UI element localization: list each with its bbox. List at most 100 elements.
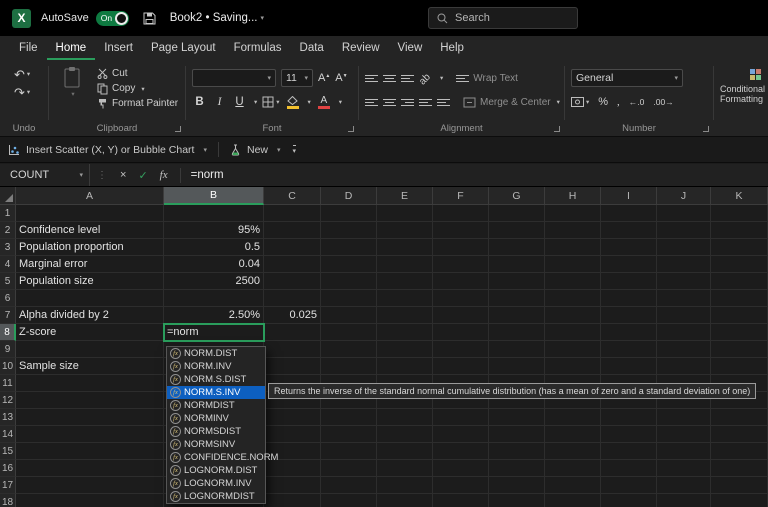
formula-input[interactable]: =norm bbox=[191, 169, 224, 181]
cell-H4[interactable] bbox=[545, 256, 601, 273]
cell-H13[interactable] bbox=[545, 409, 601, 426]
cell-H16[interactable] bbox=[545, 460, 601, 477]
cell-A14[interactable] bbox=[16, 426, 164, 443]
row-header-6[interactable]: 6 bbox=[0, 290, 16, 307]
name-box[interactable]: COUNT ▾ bbox=[0, 164, 90, 186]
cell-D15[interactable] bbox=[321, 443, 377, 460]
cell-E7[interactable] bbox=[377, 307, 433, 324]
cut-button[interactable]: Cut bbox=[97, 66, 178, 81]
tab-view[interactable]: View bbox=[389, 36, 432, 60]
font-name-select[interactable]: ▾ bbox=[192, 69, 276, 87]
autocomplete-item-norm.dist[interactable]: fxNORM.DIST bbox=[167, 347, 265, 360]
cell-H3[interactable] bbox=[545, 239, 601, 256]
autocomplete-item-norm.s.inv[interactable]: fxNORM.S.INV bbox=[167, 386, 265, 399]
column-header-K[interactable]: K bbox=[711, 187, 768, 205]
tab-data[interactable]: Data bbox=[291, 36, 333, 60]
cell-A7[interactable]: Alpha divided by 2 bbox=[16, 307, 164, 324]
cell-J8[interactable] bbox=[657, 324, 711, 341]
row-header-4[interactable]: 4 bbox=[0, 256, 16, 273]
cell-I2[interactable] bbox=[601, 222, 657, 239]
autocomplete-item-confidence.norm[interactable]: fxCONFIDENCE.NORM bbox=[167, 451, 265, 464]
cell-C17[interactable] bbox=[264, 477, 321, 494]
cancel-button[interactable]: × bbox=[120, 169, 126, 181]
cell-G13[interactable] bbox=[489, 409, 545, 426]
cell-I18[interactable] bbox=[601, 494, 657, 507]
cell-D4[interactable] bbox=[321, 256, 377, 273]
column-header-J[interactable]: J bbox=[657, 187, 711, 205]
cell-C6[interactable] bbox=[264, 290, 321, 307]
comma-style-button[interactable]: , bbox=[617, 96, 620, 108]
insert-scatter-button[interactable]: Insert Scatter (X, Y) or Bubble Chart bbox=[26, 144, 194, 156]
autocomplete-item-normdist[interactable]: fxNORMDIST bbox=[167, 399, 265, 412]
row-header-11[interactable]: 11 bbox=[0, 375, 16, 392]
column-header-E[interactable]: E bbox=[377, 187, 433, 205]
cell-I15[interactable] bbox=[601, 443, 657, 460]
cell-H5[interactable] bbox=[545, 273, 601, 290]
cell-F8[interactable] bbox=[433, 324, 489, 341]
cell-E14[interactable] bbox=[377, 426, 433, 443]
tab-help[interactable]: Help bbox=[431, 36, 473, 60]
cell-D13[interactable] bbox=[321, 409, 377, 426]
cell-B5[interactable]: 2500 bbox=[164, 273, 264, 290]
cell-K6[interactable] bbox=[711, 290, 768, 307]
cell-K18[interactable] bbox=[711, 494, 768, 507]
cell-J3[interactable] bbox=[657, 239, 711, 256]
column-header-A[interactable]: A bbox=[16, 187, 164, 205]
row-header-9[interactable]: 9 bbox=[0, 341, 16, 358]
cell-C9[interactable] bbox=[264, 341, 321, 358]
cell-D10[interactable] bbox=[321, 358, 377, 375]
cell-I7[interactable] bbox=[601, 307, 657, 324]
redo-button[interactable]: ↷▾ bbox=[14, 86, 42, 99]
column-header-G[interactable]: G bbox=[489, 187, 545, 205]
cell-E15[interactable] bbox=[377, 443, 433, 460]
autosave-toggle[interactable]: On bbox=[96, 11, 129, 26]
autocomplete-item-norminv[interactable]: fxNORMINV bbox=[167, 412, 265, 425]
cell-B6[interactable] bbox=[164, 290, 264, 307]
increase-indent-button[interactable] bbox=[437, 99, 450, 106]
cell-A8[interactable]: Z-score bbox=[16, 324, 164, 341]
fill-color-button[interactable] bbox=[285, 96, 301, 109]
column-header-F[interactable]: F bbox=[433, 187, 489, 205]
cell-G16[interactable] bbox=[489, 460, 545, 477]
cell-E3[interactable] bbox=[377, 239, 433, 256]
italic-button[interactable]: I bbox=[212, 96, 227, 108]
cell-K2[interactable] bbox=[711, 222, 768, 239]
cell-A16[interactable] bbox=[16, 460, 164, 477]
middle-align-button[interactable] bbox=[383, 75, 396, 82]
cell-K17[interactable] bbox=[711, 477, 768, 494]
format-painter-button[interactable]: Format Painter bbox=[97, 96, 178, 111]
increase-decimal-button[interactable]: ←.0 bbox=[629, 97, 645, 107]
alignment-dialog-launcher[interactable] bbox=[554, 126, 560, 132]
row-header-15[interactable]: 15 bbox=[0, 443, 16, 460]
conditional-formatting-button[interactable]: Conditional Formatting bbox=[720, 68, 768, 104]
cell-G4[interactable] bbox=[489, 256, 545, 273]
row-header-16[interactable]: 16 bbox=[0, 460, 16, 477]
cell-G6[interactable] bbox=[489, 290, 545, 307]
cell-C14[interactable] bbox=[264, 426, 321, 443]
cell-E17[interactable] bbox=[377, 477, 433, 494]
cell-G1[interactable] bbox=[489, 205, 545, 222]
font-dialog-launcher[interactable] bbox=[348, 126, 354, 132]
cell-K14[interactable] bbox=[711, 426, 768, 443]
cell-F5[interactable] bbox=[433, 273, 489, 290]
cell-J2[interactable] bbox=[657, 222, 711, 239]
row-header-14[interactable]: 14 bbox=[0, 426, 16, 443]
cell-J5[interactable] bbox=[657, 273, 711, 290]
cell-D5[interactable] bbox=[321, 273, 377, 290]
cell-H7[interactable] bbox=[545, 307, 601, 324]
cell-K10[interactable] bbox=[711, 358, 768, 375]
cell-D7[interactable] bbox=[321, 307, 377, 324]
column-header-I[interactable]: I bbox=[601, 187, 657, 205]
cell-B3[interactable]: 0.5 bbox=[164, 239, 264, 256]
cell-K1[interactable] bbox=[711, 205, 768, 222]
cell-F7[interactable] bbox=[433, 307, 489, 324]
accounting-format-button[interactable]: ▾ bbox=[571, 97, 589, 107]
cell-C1[interactable] bbox=[264, 205, 321, 222]
cell-A10[interactable]: Sample size bbox=[16, 358, 164, 375]
cell-J18[interactable] bbox=[657, 494, 711, 507]
cell-A5[interactable]: Population size bbox=[16, 273, 164, 290]
cell-A4[interactable]: Marginal error bbox=[16, 256, 164, 273]
row-header-10[interactable]: 10 bbox=[0, 358, 16, 375]
borders-button[interactable]: ▾ bbox=[262, 96, 279, 108]
cell-H15[interactable] bbox=[545, 443, 601, 460]
